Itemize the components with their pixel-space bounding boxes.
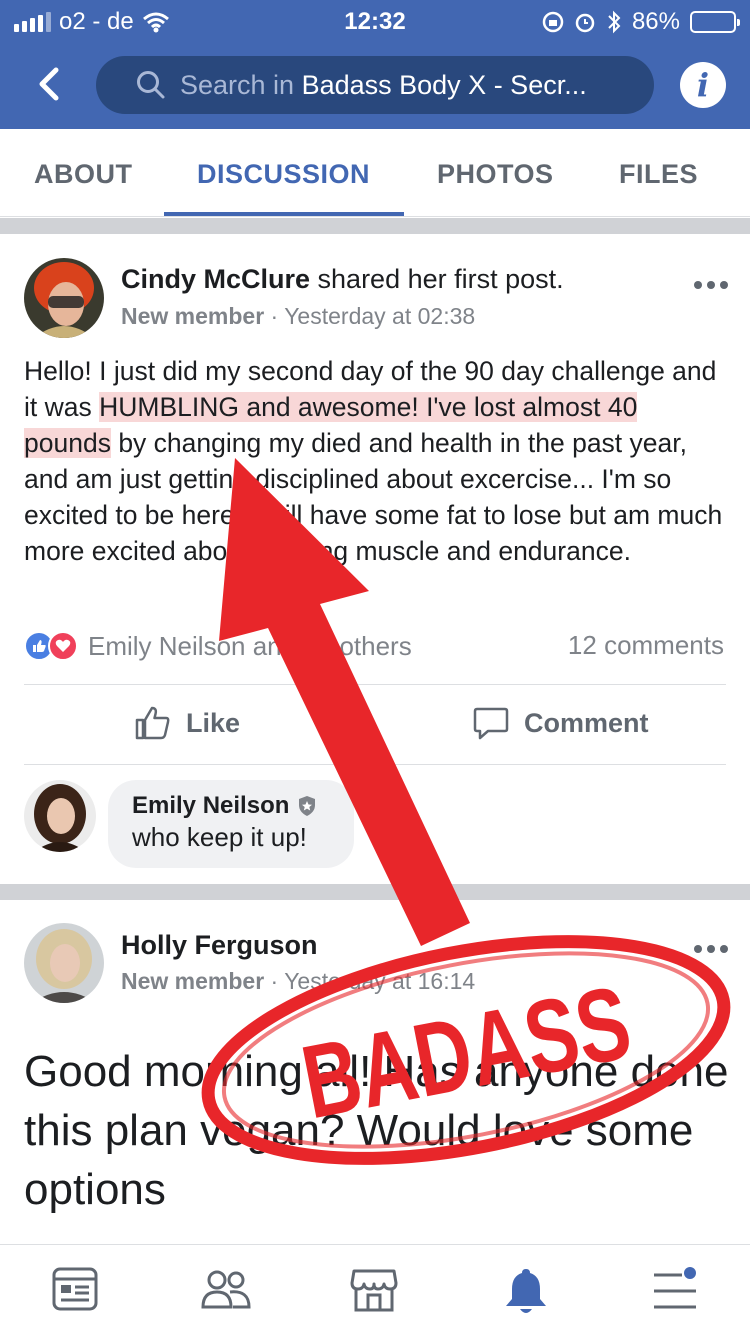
section-divider xyxy=(0,884,750,900)
search-text: Search in Badass Body X - Secr... xyxy=(180,70,587,101)
author-name[interactable]: Holly Ferguson xyxy=(121,930,318,960)
rotation-lock-icon xyxy=(542,11,564,33)
tab-files[interactable]: FILES xyxy=(619,159,698,190)
info-icon[interactable]: i xyxy=(680,62,726,108)
reactions-text: Emily Neilson and 18 others xyxy=(88,630,412,661)
chevron-left-icon[interactable] xyxy=(30,62,70,106)
section-divider xyxy=(0,218,750,234)
post-text-end: by changing my died and health in the pa… xyxy=(24,428,723,566)
tab-photos[interactable]: PHOTOS xyxy=(437,159,554,190)
post-meta: New member · Yesterday at 16:14 xyxy=(121,968,476,994)
search-icon xyxy=(137,71,165,99)
tab-about[interactable]: ABOUT xyxy=(34,159,133,190)
comments-count[interactable]: 12 comments xyxy=(568,630,724,661)
post-body: Hello! I just did my second day of the 9… xyxy=(24,353,726,569)
bottom-navigation xyxy=(0,1244,750,1334)
post-timestamp[interactable]: Yesterday at 16:14 xyxy=(284,968,475,994)
commenter-name[interactable]: Emily Neilson xyxy=(132,792,289,820)
reactions-summary[interactable]: Emily Neilson and 18 others xyxy=(24,630,412,662)
comment-text: who keep it up! xyxy=(132,822,307,852)
like-label: Like xyxy=(186,707,241,738)
commenter-avatar-image xyxy=(24,780,96,852)
tab-discussion[interactable]: DISCUSSION xyxy=(197,159,370,190)
comment-button[interactable]: Comment xyxy=(472,704,649,742)
love-reaction-icon xyxy=(48,631,78,661)
active-tab-indicator xyxy=(164,212,404,216)
post-author: Cindy McClure shared her first post. xyxy=(121,264,564,295)
battery-icon xyxy=(690,11,740,33)
avatar[interactable] xyxy=(24,258,104,338)
post-author: Holly Ferguson xyxy=(121,930,318,961)
admin-badge-icon xyxy=(299,796,316,816)
status-right: 86% xyxy=(542,8,740,36)
avatar-image xyxy=(24,258,104,338)
news-feed-icon[interactable] xyxy=(52,1267,98,1311)
avatar[interactable] xyxy=(24,923,104,1003)
post-body: Good morning all! Has anyone done this p… xyxy=(24,1047,729,1214)
battery-percent: 86% xyxy=(631,8,680,35)
comment-bubble[interactable]: Emily Neilson who keep it up! xyxy=(108,780,354,868)
post-action: shared her first post. xyxy=(310,264,564,294)
divider xyxy=(24,684,726,685)
comment-icon xyxy=(473,707,509,740)
app-header: o2 - de 12:32 86% Search in Badass Body … xyxy=(0,0,750,129)
status-bar: o2 - de 12:32 86% xyxy=(0,0,750,42)
more-options-icon[interactable] xyxy=(694,281,728,289)
menu-badge xyxy=(684,1267,696,1279)
groups-icon[interactable] xyxy=(200,1267,252,1311)
member-role: New member xyxy=(121,968,265,994)
group-tabs: ABOUT DISCUSSION PHOTOS FILES xyxy=(0,129,750,217)
notifications-bell-icon[interactable] xyxy=(504,1267,548,1315)
alarm-icon xyxy=(575,13,595,33)
marketplace-icon[interactable] xyxy=(350,1267,398,1313)
comment-label: Comment xyxy=(524,707,649,738)
avatar-image xyxy=(24,923,104,1003)
group-search-input[interactable]: Search in Badass Body X - Secr... xyxy=(96,56,654,114)
post-meta: New member · Yesterday at 02:38 xyxy=(121,303,476,329)
member-role: New member xyxy=(121,303,265,329)
commenter: Emily Neilson xyxy=(132,792,330,820)
search-group-name: Badass Body X - Secr... xyxy=(301,69,587,100)
menu-icon[interactable] xyxy=(652,1267,700,1313)
post-timestamp[interactable]: Yesterday at 02:38 xyxy=(284,303,475,329)
divider xyxy=(24,764,726,765)
like-button[interactable]: Like xyxy=(134,704,240,742)
commenter-avatar[interactable] xyxy=(24,780,96,852)
search-placeholder: Search in xyxy=(180,69,302,100)
more-options-icon[interactable] xyxy=(694,945,728,953)
bluetooth-icon xyxy=(608,10,621,34)
author-name[interactable]: Cindy McClure xyxy=(121,264,310,294)
thumbs-up-icon xyxy=(135,706,170,740)
